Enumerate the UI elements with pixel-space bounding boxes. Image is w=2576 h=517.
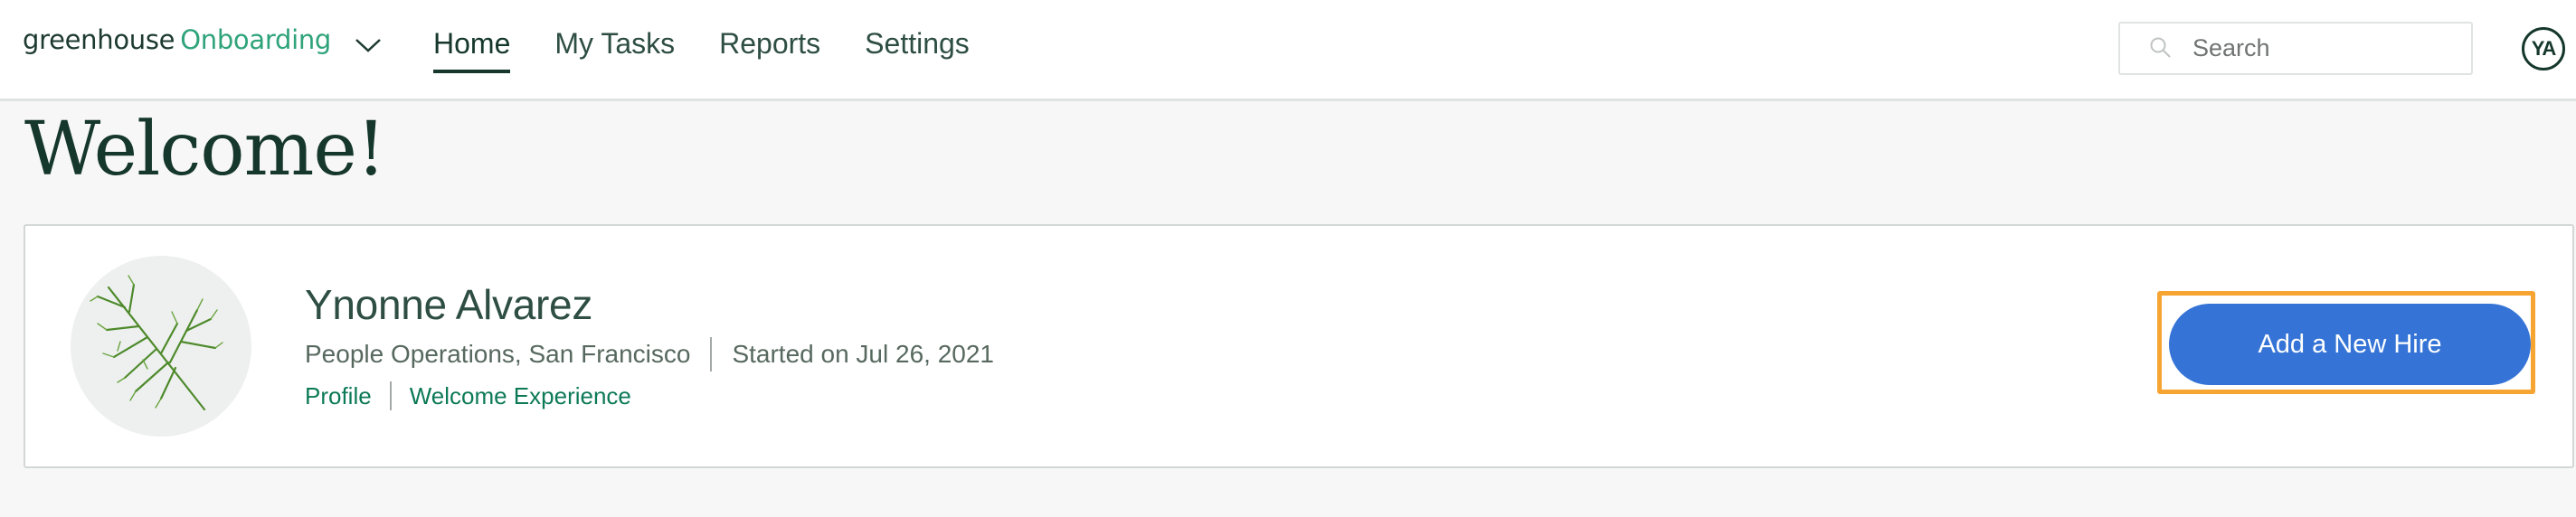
search-box[interactable] (2118, 22, 2473, 75)
hire-meta: People Operations, San Francisco Started… (305, 337, 994, 371)
nav-settings[interactable]: Settings (865, 27, 970, 70)
logo-brand-text: greenhouse (23, 24, 175, 55)
add-new-hire-button[interactable]: Add a New Hire (2169, 304, 2531, 385)
hire-photo (71, 256, 251, 437)
top-navigation-bar: greenhouse Onboarding Home My Tasks Repor… (0, 0, 2576, 101)
page-title: Welcome! (24, 107, 386, 193)
logo-product-text: Onboarding (180, 24, 332, 55)
chevron-down-icon[interactable] (355, 36, 382, 54)
app-logo[interactable]: greenhouse Onboarding (23, 24, 331, 56)
dill-sprig-icon (90, 275, 223, 411)
nav-home[interactable]: Home (433, 27, 511, 73)
welcome-experience-link[interactable]: Welcome Experience (410, 382, 631, 410)
nav-my-tasks[interactable]: My Tasks (554, 27, 675, 70)
user-avatar[interactable]: YA (2522, 27, 2565, 70)
hire-links: Profile Welcome Experience (305, 381, 631, 410)
search-icon (2150, 37, 2171, 58)
search-input[interactable] (2192, 33, 2455, 63)
new-hire-card: Ynonne Alvarez People Operations, San Fr… (24, 224, 2574, 468)
main-nav: Home My Tasks Reports Settings (433, 27, 1014, 73)
profile-link[interactable]: Profile (305, 382, 372, 410)
meta-divider (710, 337, 713, 371)
hire-name: Ynonne Alvarez (305, 281, 593, 328)
hire-department-location: People Operations, San Francisco (305, 340, 691, 368)
hire-start-date: Started on Jul 26, 2021 (732, 340, 994, 368)
links-divider (389, 381, 392, 410)
nav-reports[interactable]: Reports (719, 27, 820, 70)
